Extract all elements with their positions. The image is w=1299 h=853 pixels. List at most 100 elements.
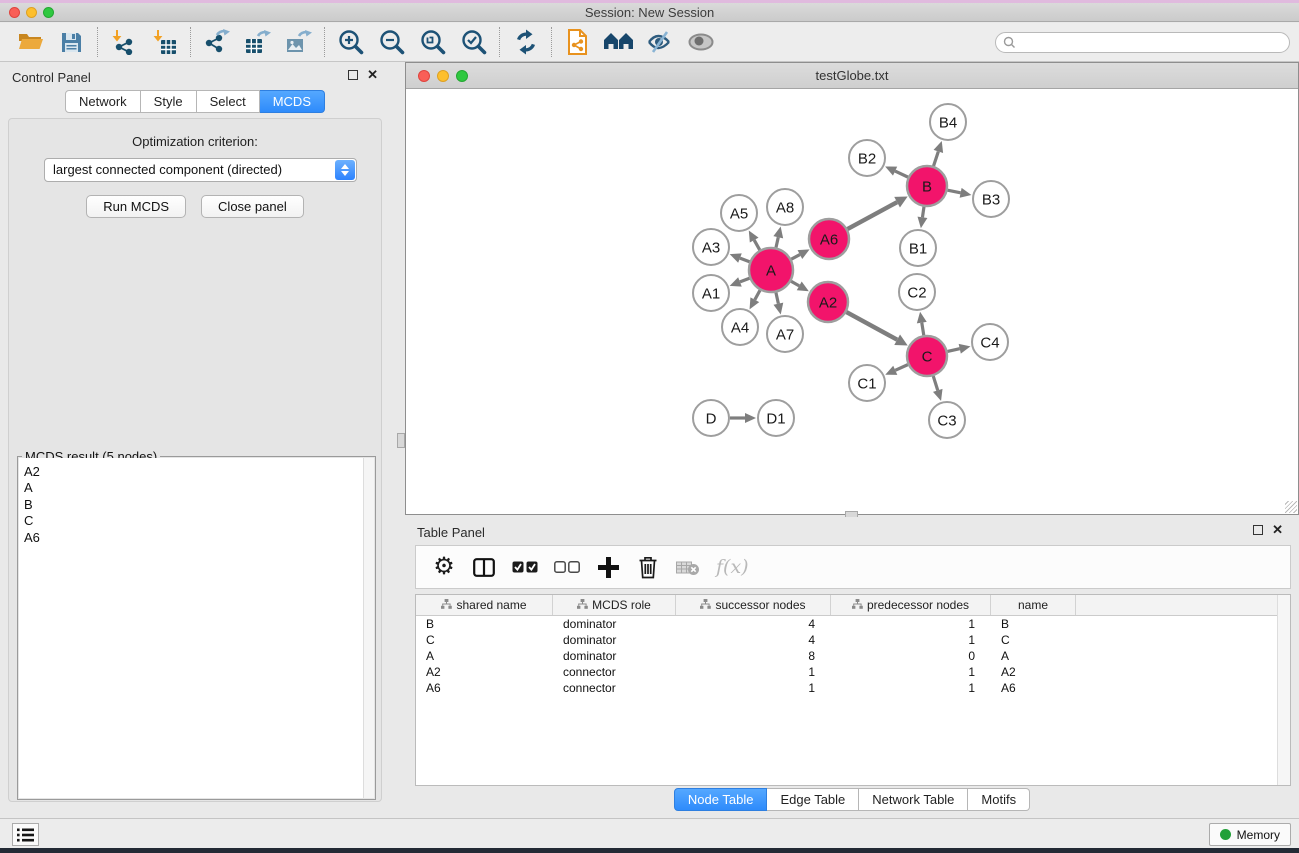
create-network-from-file-icon[interactable] — [557, 26, 598, 58]
zoom-out-icon[interactable] — [371, 26, 412, 58]
cell-shared-name[interactable]: A2 — [416, 665, 553, 679]
close-panel-button[interactable]: Close panel — [201, 195, 304, 218]
cell-successor-nodes[interactable]: 4 — [676, 633, 831, 647]
column-header-predecessor-nodes[interactable]: predecessor nodes — [831, 595, 991, 615]
column-header-name[interactable]: name — [991, 595, 1076, 615]
run-mcds-button[interactable]: Run MCDS — [86, 195, 186, 218]
graph-edge[interactable] — [754, 240, 760, 250]
graph-edge[interactable] — [755, 290, 760, 300]
cell-shared-name[interactable]: C — [416, 633, 553, 647]
memory-button[interactable]: Memory — [1209, 823, 1291, 846]
graph-edge[interactable] — [791, 281, 799, 286]
table-row[interactable]: A2connector11A2 — [416, 664, 1290, 680]
export-image-icon[interactable] — [278, 26, 319, 58]
cell-mcds-role[interactable]: connector — [553, 681, 676, 695]
cell-successor-nodes[interactable]: 8 — [676, 649, 831, 663]
graph-edge[interactable] — [776, 292, 778, 303]
select-all-icon[interactable] — [512, 552, 538, 582]
graph-edge[interactable] — [922, 323, 924, 336]
tab-style[interactable]: Style — [141, 90, 197, 113]
show-graphics-details-icon[interactable] — [680, 26, 721, 58]
cell-predecessor-nodes[interactable]: 1 — [831, 617, 991, 631]
save-session-icon[interactable] — [51, 26, 92, 58]
import-table-icon[interactable] — [144, 26, 185, 58]
cell-name[interactable]: A — [991, 649, 1076, 663]
task-history-button[interactable] — [12, 823, 39, 846]
graph-edge[interactable] — [895, 171, 908, 177]
deselect-all-icon[interactable] — [554, 552, 580, 582]
column-header-successor-nodes[interactable]: successor nodes — [676, 595, 831, 615]
cell-mcds-role[interactable]: dominator — [553, 617, 676, 631]
table-scrollbar[interactable] — [1277, 595, 1290, 785]
table-row[interactable]: Cdominator41C — [416, 632, 1290, 648]
criterion-dropdown[interactable]: largest connected component (directed) — [44, 158, 357, 182]
resize-grip[interactable] — [1285, 501, 1297, 513]
graph-edge[interactable] — [948, 190, 961, 193]
mcds-result-scrollbar[interactable] — [363, 458, 374, 798]
cell-predecessor-nodes[interactable]: 1 — [831, 633, 991, 647]
graph-edge[interactable] — [846, 312, 897, 340]
cell-predecessor-nodes[interactable]: 1 — [831, 681, 991, 695]
tab-motifs[interactable]: Motifs — [968, 788, 1030, 811]
float-panel-icon[interactable] — [348, 70, 358, 80]
delete-rows-icon[interactable] — [636, 552, 660, 582]
cell-mcds-role[interactable]: connector — [553, 665, 676, 679]
export-table-icon[interactable] — [237, 26, 278, 58]
tab-network-table[interactable]: Network Table — [859, 788, 968, 811]
column-visibility-icon[interactable] — [472, 552, 496, 582]
graph-edge[interactable] — [895, 365, 908, 371]
float-table-panel-icon[interactable] — [1253, 525, 1263, 535]
table-row[interactable]: A6connector11A6 — [416, 680, 1290, 696]
cell-name[interactable]: A6 — [991, 681, 1076, 695]
cell-name[interactable]: C — [991, 633, 1076, 647]
cell-successor-nodes[interactable]: 1 — [676, 665, 831, 679]
cell-predecessor-nodes[interactable]: 1 — [831, 665, 991, 679]
graph-edge[interactable] — [776, 237, 778, 247]
delete-table-icon[interactable] — [676, 552, 700, 582]
graph-edge[interactable] — [740, 258, 750, 262]
tab-edge-table[interactable]: Edge Table — [767, 788, 859, 811]
graph-edge[interactable] — [740, 278, 750, 282]
graph-edge[interactable] — [847, 202, 897, 229]
import-network-icon[interactable] — [103, 26, 144, 58]
table-row[interactable]: Bdominator41B — [416, 616, 1290, 632]
table-row[interactable]: Adominator80A — [416, 648, 1290, 664]
network-canvas[interactable]: AA1A2A3A4A5A6A7A8BB1B2B3B4CC1C2C3C4DD1 — [406, 89, 1298, 514]
graph-edge[interactable] — [934, 151, 939, 166]
close-table-panel-icon[interactable]: ✕ — [1272, 525, 1283, 535]
refresh-icon[interactable] — [505, 26, 546, 58]
column-header-mcds-role[interactable]: MCDS role — [553, 595, 676, 615]
column-header-shared-name[interactable]: shared name — [416, 595, 553, 615]
tab-mcds[interactable]: MCDS — [260, 90, 325, 113]
graph-edge[interactable] — [922, 207, 924, 218]
export-network-icon[interactable] — [196, 26, 237, 58]
search-field[interactable] — [995, 32, 1290, 53]
cell-shared-name[interactable]: A — [416, 649, 553, 663]
graph-edge[interactable] — [947, 349, 959, 352]
cell-shared-name[interactable]: B — [416, 617, 553, 631]
search-input[interactable] — [1021, 36, 1271, 50]
open-session-icon[interactable] — [10, 26, 51, 58]
zoom-fit-icon[interactable] — [412, 26, 453, 58]
graph-edge[interactable] — [791, 255, 800, 260]
graph-edge[interactable] — [933, 376, 937, 390]
cell-mcds-role[interactable]: dominator — [553, 649, 676, 663]
cell-shared-name[interactable]: A6 — [416, 681, 553, 695]
cell-successor-nodes[interactable]: 4 — [676, 617, 831, 631]
cell-predecessor-nodes[interactable]: 0 — [831, 649, 991, 663]
zoom-in-icon[interactable] — [330, 26, 371, 58]
cell-name[interactable]: A2 — [991, 665, 1076, 679]
table-settings-icon[interactable]: ⚙ — [432, 552, 456, 582]
cell-successor-nodes[interactable]: 1 — [676, 681, 831, 695]
tab-network[interactable]: Network — [65, 90, 141, 113]
add-row-icon[interactable] — [596, 552, 620, 582]
return-to-start-icon[interactable] — [598, 26, 639, 58]
cell-name[interactable]: B — [991, 617, 1076, 631]
tab-node-table[interactable]: Node Table — [674, 788, 768, 811]
zoom-selected-icon[interactable] — [453, 26, 494, 58]
close-panel-icon[interactable]: ✕ — [367, 70, 378, 80]
vertical-splitter-handle[interactable] — [397, 433, 405, 448]
cell-mcds-role[interactable]: dominator — [553, 633, 676, 647]
hide-graphics-details-icon[interactable] — [639, 26, 680, 58]
tab-select[interactable]: Select — [197, 90, 260, 113]
